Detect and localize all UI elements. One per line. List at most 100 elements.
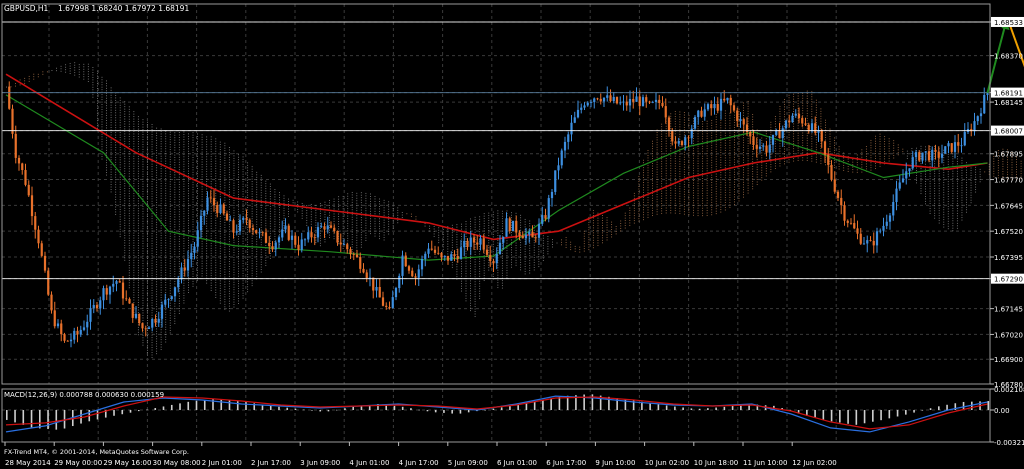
cloud-dot [529, 242, 531, 244]
cloud-dot [561, 244, 562, 246]
cloud-dot [310, 216, 312, 218]
cloud-dot [133, 292, 135, 293]
cloud-dot [192, 280, 194, 282]
cloud-dot [174, 224, 176, 225]
cloud-dot [397, 207, 399, 209]
cloud-dot [147, 315, 148, 317]
cloud-dot [652, 172, 653, 174]
cloud-dot [115, 144, 117, 146]
cloud-dot [360, 197, 362, 199]
cloud-dot [156, 345, 158, 347]
cloud-dot [156, 261, 158, 263]
cloud-dot [370, 220, 371, 222]
cloud-dot [711, 127, 713, 129]
cloud-dot [156, 207, 158, 208]
cloud-dot [192, 223, 194, 225]
cloud-dot [438, 239, 440, 241]
cloud-dot [674, 192, 676, 194]
cloud-dot [147, 305, 148, 307]
cloud-dot [142, 255, 144, 257]
cloud-dot [242, 290, 244, 292]
cloud-dot [661, 136, 663, 138]
cloud-dot [365, 202, 367, 204]
cloud-dot [661, 138, 663, 140]
cloud-dot [583, 240, 585, 242]
cloud-dot [715, 176, 717, 177]
cloud-dot [128, 279, 130, 281]
cloud-dot [156, 172, 158, 174]
cloud-dot [647, 199, 649, 201]
cloud-dot [360, 239, 362, 241]
cloud-dot [465, 300, 467, 302]
cloud-dot [165, 277, 167, 279]
cloud-dot [224, 241, 226, 243]
cloud-dot [197, 220, 198, 222]
cloud-dot [661, 123, 663, 125]
cloud-dot [724, 199, 726, 201]
cloud-dot [215, 148, 217, 150]
cloud-dot [693, 192, 694, 194]
cloud-dot [683, 169, 685, 170]
cloud-dot [665, 175, 667, 177]
cloud-dot [192, 176, 194, 178]
cloud-dot [279, 206, 280, 208]
cloud-dot [133, 297, 135, 298]
cloud-dot [147, 255, 148, 257]
cloud-dot [647, 172, 649, 174]
cloud-dot [228, 268, 230, 270]
cloud-dot [488, 259, 490, 261]
cloud-dot [197, 185, 198, 187]
cloud-dot [210, 290, 212, 291]
cloud-dot [169, 282, 171, 284]
cloud-dot [720, 167, 722, 168]
cloud-dot [683, 183, 685, 185]
cloud-dot [784, 121, 785, 123]
cloud-dot [206, 215, 208, 217]
cloud-dot [734, 186, 735, 188]
cloud-dot [147, 228, 148, 230]
cloud-dot [711, 211, 713, 213]
cloud-dot [379, 235, 380, 237]
cloud-dot [465, 288, 467, 289]
cloud-dot [260, 192, 262, 194]
cloud-dot [379, 218, 380, 220]
cloud-dot [479, 231, 481, 233]
price-chart[interactable]: 1.685331.683701.681911.681451.680071.678… [0, 0, 1024, 469]
cloud-dot [269, 250, 271, 252]
cloud-dot [247, 251, 249, 253]
cloud-dot [697, 145, 699, 147]
cloud-dot [338, 228, 340, 230]
cloud-dot [715, 133, 717, 135]
cloud-dot [110, 159, 112, 161]
cloud-dot [242, 263, 244, 264]
cloud-dot [342, 200, 344, 202]
cloud-dot [160, 155, 162, 157]
cloud-dot [752, 121, 754, 123]
cloud-dot [197, 264, 198, 266]
cloud-dot [156, 127, 158, 129]
cloud-dot [142, 317, 144, 319]
cloud-dot [624, 227, 626, 229]
cloud-dot [679, 195, 681, 197]
cloud-dot [752, 188, 754, 190]
cloud-dot [247, 182, 249, 184]
cloud-dot [693, 123, 694, 125]
cloud-dot [711, 125, 713, 127]
cloud-dot [383, 237, 385, 238]
cloud-dot [501, 257, 503, 259]
cloud-dot [784, 126, 785, 128]
cloud-dot [647, 189, 649, 191]
cloud-dot [274, 218, 276, 220]
cloud-dot [492, 219, 494, 220]
cloud-dot [224, 288, 226, 290]
cloud-dot [224, 172, 226, 174]
cloud-dot [392, 205, 394, 207]
cloud-dot [78, 69, 80, 71]
cloud-dot [511, 254, 512, 256]
cloud-dot [579, 251, 581, 253]
cloud-dot [734, 196, 735, 198]
cloud-dot [629, 215, 631, 216]
cloud-dot [279, 231, 280, 233]
cloud-dot [797, 122, 799, 124]
cloud-dot [706, 155, 708, 157]
